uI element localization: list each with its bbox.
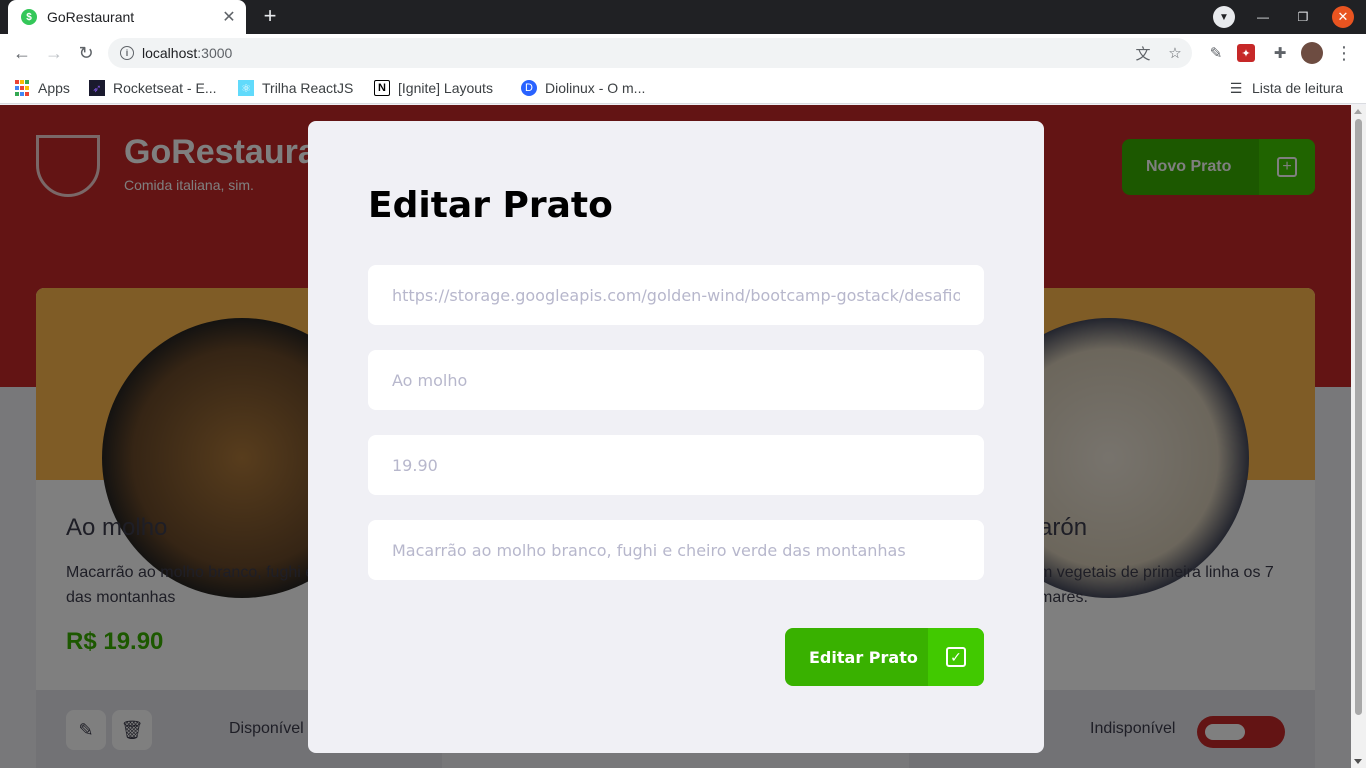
price-input[interactable] <box>392 455 960 475</box>
url-host: localhost <box>142 45 198 61</box>
bookmark-label: [Ignite] Layouts <box>398 80 493 96</box>
edit-dish-modal: Editar Prato Editar Prato ✓ <box>308 121 1044 753</box>
check-square-icon: ✓ <box>928 628 984 686</box>
tab-favicon-icon: $ <box>21 9 37 25</box>
apps-grid-icon <box>14 80 30 96</box>
reload-icon[interactable]: ↻ <box>74 41 98 65</box>
new-tab-button[interactable]: + <box>258 5 282 29</box>
address-bar[interactable]: i localhost:3000 文 ☆ <box>108 38 1192 68</box>
notion-icon: N <box>374 80 390 96</box>
forward-arrow-icon[interactable]: → <box>42 41 66 65</box>
browser-titlebar: $ GoRestaurant ✕ + ▼ — ❐ ✕ <box>0 0 1366 34</box>
eyedropper-extension-icon[interactable]: ✎ <box>1205 42 1227 64</box>
tab-close-icon[interactable]: ✕ <box>220 8 238 26</box>
red-extension-icon[interactable]: ✦ <box>1237 44 1255 62</box>
dish-name-field[interactable] <box>368 350 984 410</box>
bookmarks-bar: Apps ➶ Rocketseat - E... ⚛ Trilha ReactJ… <box>0 72 1366 104</box>
browser-toolbar: ← → ↻ i localhost:3000 文 ☆ ✎ ✦ ✚ ⋮ <box>0 34 1366 72</box>
reading-list-icon: ☰ <box>1229 79 1243 96</box>
minimize-icon[interactable]: — <box>1252 6 1274 28</box>
translate-icon[interactable]: 文 <box>1133 43 1153 63</box>
submit-label: Editar Prato <box>809 648 918 667</box>
bookmark-apps[interactable]: Apps <box>14 78 70 98</box>
url-port: :3000 <box>197 45 233 61</box>
edit-dish-submit-button[interactable]: Editar Prato ✓ <box>785 628 984 686</box>
bookmark-label: Diolinux - O m... <box>545 80 646 96</box>
tab-search-icon[interactable]: ▼ <box>1213 6 1235 28</box>
browser-tab[interactable]: $ GoRestaurant ✕ <box>8 0 246 34</box>
bookmark-diolinux[interactable]: D Diolinux - O m... <box>521 78 645 98</box>
tab-title: GoRestaurant <box>47 9 135 25</box>
image-url-field[interactable] <box>368 265 984 325</box>
restore-icon[interactable]: ❐ <box>1292 6 1314 28</box>
window-close-icon[interactable]: ✕ <box>1332 6 1354 28</box>
bookmark-ignite-layouts[interactable]: N [Ignite] Layouts <box>374 78 493 98</box>
price-field[interactable] <box>368 435 984 495</box>
scroll-up-arrow-icon[interactable] <box>1354 109 1362 114</box>
url-text: localhost:3000 <box>142 45 232 61</box>
profile-avatar[interactable] <box>1301 42 1323 64</box>
scrollbar-thumb[interactable] <box>1355 119 1362 715</box>
reading-list-button[interactable]: ☰ Lista de leitura <box>1228 78 1343 98</box>
diolinux-icon: D <box>521 80 537 96</box>
bookmark-label: Rocketseat - E... <box>113 80 217 96</box>
browser-menu-icon[interactable]: ⋮ <box>1333 42 1355 64</box>
site-info-icon[interactable]: i <box>120 46 134 60</box>
bookmark-rocketseat[interactable]: ➶ Rocketseat - E... <box>89 78 216 98</box>
bookmark-trilha-reactjs[interactable]: ⚛ Trilha ReactJS <box>238 78 353 98</box>
extensions-puzzle-icon[interactable]: ✚ <box>1269 42 1291 64</box>
description-field[interactable] <box>368 520 984 580</box>
bookmark-label: Trilha ReactJS <box>262 80 354 96</box>
description-input[interactable] <box>392 540 960 560</box>
rocketseat-icon: ➶ <box>89 80 105 96</box>
reading-list-label: Lista de leitura <box>1252 80 1344 96</box>
react-icon: ⚛ <box>238 80 254 96</box>
bookmark-star-icon[interactable]: ☆ <box>1165 43 1185 63</box>
bookmark-label: Apps <box>38 80 70 96</box>
image-url-input[interactable] <box>392 285 960 305</box>
modal-title: Editar Prato <box>368 185 613 226</box>
page-scrollbar[interactable] <box>1351 105 1366 768</box>
dish-name-input[interactable] <box>392 370 960 390</box>
back-arrow-icon[interactable]: ← <box>10 41 34 65</box>
scroll-down-arrow-icon[interactable] <box>1354 759 1362 764</box>
